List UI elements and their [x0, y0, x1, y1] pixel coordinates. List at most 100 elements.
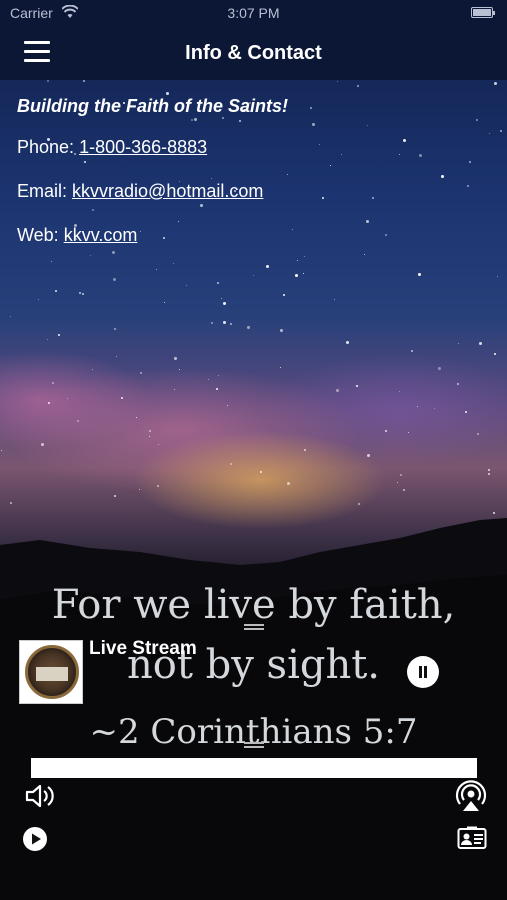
- star: [489, 133, 490, 134]
- speaker-volume-icon[interactable]: [24, 781, 54, 811]
- star: [399, 391, 400, 392]
- star: [283, 294, 285, 296]
- star: [216, 388, 218, 390]
- star: [174, 389, 175, 390]
- star: [417, 406, 418, 407]
- star: [400, 474, 402, 476]
- star: [438, 367, 441, 370]
- star: [136, 417, 137, 418]
- email-row: Email: kkvvradio@hotmail.com: [17, 181, 487, 205]
- star: [140, 372, 142, 374]
- star: [218, 375, 219, 376]
- star: [121, 397, 123, 399]
- star: [164, 302, 165, 303]
- status-time: 3:07 PM: [227, 5, 280, 21]
- stream-title: Live Stream: [89, 638, 197, 659]
- star: [166, 92, 169, 95]
- star: [230, 323, 232, 325]
- star: [179, 369, 180, 370]
- star: [82, 293, 84, 295]
- play-icon[interactable]: [22, 826, 48, 852]
- progress-fill: [31, 758, 477, 778]
- star: [77, 420, 79, 422]
- star: [434, 408, 435, 409]
- star: [114, 328, 116, 330]
- star: [497, 276, 498, 277]
- star: [58, 334, 60, 336]
- star: [47, 339, 48, 340]
- page-title: Info & Contact: [185, 42, 322, 64]
- star: [1, 450, 2, 451]
- battery-icon: [471, 7, 495, 18]
- star: [494, 82, 497, 85]
- star: [223, 302, 226, 305]
- web-row: Web: kkvv.com: [17, 225, 487, 249]
- star: [493, 512, 495, 514]
- star: [458, 343, 459, 344]
- star: [116, 356, 117, 357]
- star: [149, 436, 150, 437]
- star: [158, 444, 159, 445]
- contact-card-icon[interactable]: [457, 826, 487, 850]
- star: [357, 85, 359, 87]
- star: [230, 463, 232, 465]
- star: [337, 81, 338, 82]
- verse-line-1: For we live by faith,: [51, 582, 456, 628]
- progress-bar[interactable]: [31, 758, 477, 778]
- star: [304, 449, 306, 451]
- star: [346, 341, 349, 344]
- star: [139, 489, 140, 490]
- star: [260, 471, 262, 473]
- star: [114, 495, 116, 497]
- star: [157, 485, 159, 487]
- star: [408, 432, 409, 433]
- star: [418, 273, 421, 276]
- star: [156, 269, 157, 270]
- star: [457, 383, 459, 385]
- star: [55, 290, 57, 292]
- pause-icon[interactable]: [407, 656, 439, 688]
- star: [336, 389, 339, 392]
- star: [403, 489, 405, 491]
- drag-handle[interactable]: [244, 624, 264, 630]
- star: [52, 382, 54, 384]
- star: [280, 329, 283, 332]
- status-bar: Carrier 3:07 PM: [0, 0, 507, 26]
- star: [208, 379, 209, 380]
- star: [358, 503, 360, 505]
- web-label: Web:: [17, 225, 64, 245]
- star: [10, 316, 11, 317]
- star: [303, 273, 304, 274]
- star: [10, 502, 12, 504]
- navigation-bar: Info & Contact: [0, 26, 507, 80]
- star: [411, 350, 413, 352]
- star: [38, 299, 39, 300]
- star: [174, 357, 177, 360]
- star: [488, 469, 490, 471]
- info-section: Building the Faith of the Saints! Phone:…: [17, 96, 487, 269]
- star: [223, 321, 226, 324]
- star: [356, 385, 358, 387]
- star: [41, 443, 44, 446]
- star: [67, 398, 68, 399]
- star: [367, 454, 370, 457]
- star: [287, 482, 290, 485]
- star: [397, 482, 398, 483]
- phone-label: Phone:: [17, 137, 80, 157]
- star: [83, 80, 85, 82]
- star: [149, 430, 151, 432]
- web-link[interactable]: kkvv.com: [64, 225, 138, 245]
- star: [47, 80, 49, 82]
- star: [227, 405, 228, 406]
- airplay-icon[interactable]: [455, 780, 487, 812]
- email-link[interactable]: kkvvradio@hotmail.com: [72, 181, 263, 201]
- star: [186, 285, 187, 286]
- star: [295, 274, 298, 277]
- drag-handle-lower[interactable]: [244, 742, 264, 748]
- star: [385, 430, 387, 432]
- star: [479, 342, 482, 345]
- phone-row: Phone: 1-800-366-8883: [17, 137, 487, 161]
- star: [488, 473, 490, 475]
- phone-link[interactable]: 1-800-366-8883: [79, 137, 207, 157]
- star: [494, 353, 496, 355]
